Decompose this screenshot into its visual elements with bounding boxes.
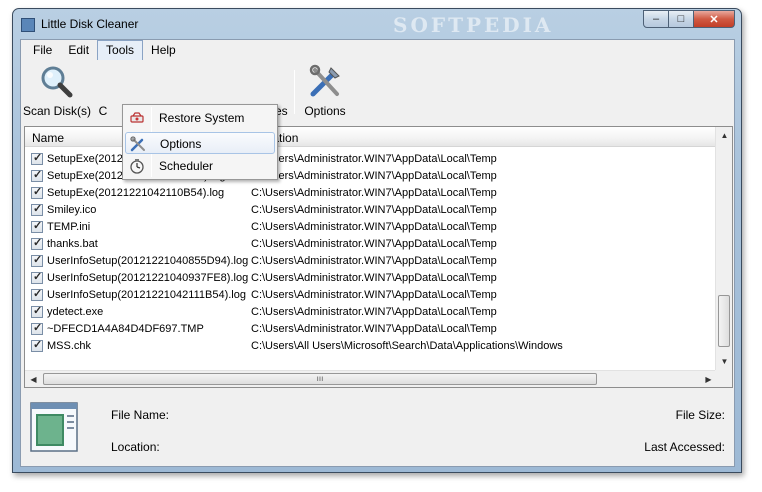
file-name-cell: UserInfoSetup(20121221042111B54).log xyxy=(47,289,246,301)
row-checkbox[interactable] xyxy=(31,185,43,199)
file-rows: SetupExe(20121221040852D94).logC:\Users\… xyxy=(25,151,715,355)
file-location-cell: C:\Users\Administrator.WIN7\AppData\Loca… xyxy=(251,323,497,335)
details-panel: File Name: Location: File Size: Last Acc… xyxy=(24,394,733,464)
file-name-cell: TEMP.ini xyxy=(47,221,91,233)
options-toolbar-label: Options xyxy=(304,104,346,118)
scan-disks-button[interactable]: Scan Disk(s) xyxy=(23,64,92,120)
table-row[interactable]: TEMP.ini C:\Users\Administrator.WIN7\AppD… xyxy=(25,219,715,236)
table-row[interactable]: Smiley.ico C:\Users\Administrator.WIN7\Ap… xyxy=(25,202,715,219)
options-menu-label: Options xyxy=(160,137,202,151)
row-checkbox[interactable] xyxy=(31,168,43,182)
vertical-scroll-thumb[interactable] xyxy=(718,295,730,347)
location-label: Location: xyxy=(111,440,160,454)
menu-edit[interactable]: Edit xyxy=(60,40,97,60)
row-checkbox[interactable] xyxy=(31,338,43,352)
file-location-cell: C:\Users\Administrator.WIN7\AppData\Loca… xyxy=(251,289,497,301)
file-name-cell: ydetect.exe xyxy=(47,306,104,318)
file-location-cell: C:\Users\Administrator.WIN7\AppData\Loca… xyxy=(251,153,497,165)
clock-icon xyxy=(130,159,144,174)
file-location-cell: C:\Users\Administrator.WIN7\AppData\Loca… xyxy=(251,187,497,199)
window-controls: – □ ✕ xyxy=(643,10,735,28)
row-checkbox[interactable] xyxy=(31,304,43,318)
watermark: SOFTPEDIA xyxy=(393,13,554,37)
table-row[interactable]: ydetect.exe C:\Users\Administrator.WIN7\A… xyxy=(25,304,715,321)
menu-item-scheduler[interactable]: Scheduler xyxy=(125,155,275,177)
app-icon[interactable] xyxy=(21,18,35,32)
maximize-button[interactable]: □ xyxy=(668,10,694,28)
column-header-name[interactable]: Name xyxy=(32,131,64,145)
file-name-cell: UserInfoSetup(20121221040855D94).log xyxy=(47,255,249,267)
file-name-cell: SetupExe(20121221042110B54).log xyxy=(47,187,225,199)
menu-item-options[interactable]: Options xyxy=(125,132,275,154)
row-checkbox[interactable] xyxy=(31,253,43,267)
title-bar[interactable]: Little Disk Cleaner SOFTPEDIA – □ ✕ xyxy=(13,9,741,39)
file-location-cell: C:\Users\Administrator.WIN7\AppData\Loca… xyxy=(251,204,497,216)
file-location-cell: C:\Users\Administrator.WIN7\AppData\Loca… xyxy=(251,255,497,267)
options-toolbar-button[interactable]: Options xyxy=(297,64,353,120)
row-checkbox[interactable] xyxy=(31,219,43,233)
horizontal-scrollbar[interactable]: ◀ ııı ▶ xyxy=(25,370,717,387)
file-location-cell: C:\Users\Administrator.WIN7\AppData\Loca… xyxy=(251,272,497,284)
table-row[interactable]: thanks.bat C:\Users\Administrator.WIN7\Ap… xyxy=(25,236,715,253)
scroll-up-arrow[interactable]: ▲ xyxy=(716,127,732,144)
file-preview-icon xyxy=(30,402,78,452)
menu-item-restore-system[interactable]: Restore System xyxy=(125,107,275,129)
file-name-cell: MSS.chk xyxy=(47,340,92,352)
table-row[interactable]: MSS.chk C:\Users\All Users\Microsoft\Sear… xyxy=(25,338,715,355)
file-name-cell: ~DFECD1A4A84D4DF697.TMP xyxy=(47,323,204,335)
row-checkbox[interactable] xyxy=(31,151,43,165)
table-row[interactable]: ~DFECD1A4A84D4DF697.TMP C:\Users\Administ… xyxy=(25,321,715,338)
close-button[interactable]: ✕ xyxy=(693,10,735,28)
table-row[interactable]: UserInfoSetup(20121221042111B54).log C:\U… xyxy=(25,287,715,304)
scrollbar-corner xyxy=(715,370,732,387)
table-row[interactable]: SetupExe(20121221042110B54).log C:\Users\… xyxy=(25,185,715,202)
file-location-cell: C:\Users\Administrator.WIN7\AppData\Loca… xyxy=(251,221,497,233)
scan-disks-label: Scan Disk(s) xyxy=(23,104,92,118)
file-name-cell: UserInfoSetup(20121221040937FE8).log xyxy=(47,272,249,284)
table-row[interactable]: UserInfoSetup(20121221040937FE8).logC:\U… xyxy=(25,270,715,287)
row-checkbox[interactable] xyxy=(31,270,43,284)
client-area: File Edit Tools Help Scan Disk(s) C erti… xyxy=(20,39,735,467)
file-location-cell: C:\Users\Administrator.WIN7\AppData\Loca… xyxy=(251,238,497,250)
menu-file[interactable]: File xyxy=(25,40,60,60)
file-location-cell: C:\Users\All Users\Microsoft\Search\Data… xyxy=(251,340,563,352)
row-checkbox[interactable] xyxy=(31,287,43,301)
app-window: Little Disk Cleaner SOFTPEDIA – □ ✕ File… xyxy=(12,8,742,473)
file-location-cell: C:\Users\Administrator.WIN7\AppData\Loca… xyxy=(251,306,497,318)
restore-system-icon xyxy=(130,112,144,123)
window-title: Little Disk Cleaner xyxy=(41,17,139,31)
file-size-label: File Size: xyxy=(675,408,725,422)
scroll-down-arrow[interactable]: ▼ xyxy=(716,353,732,370)
row-checkbox[interactable] xyxy=(31,236,43,250)
last-accessed-label: Last Accessed: xyxy=(644,440,725,454)
scroll-left-arrow[interactable]: ◀ xyxy=(25,371,42,387)
horizontal-scroll-thumb[interactable]: ııı xyxy=(43,373,597,385)
menu-help[interactable]: Help xyxy=(143,40,184,60)
file-location-cell: C:\Users\Administrator.WIN7\AppData\Loca… xyxy=(251,170,497,182)
menu-tools[interactable]: Tools xyxy=(97,40,144,60)
vertical-scrollbar[interactable]: ▲ ▼ xyxy=(715,127,732,370)
minimize-button[interactable]: – xyxy=(643,10,669,28)
file-name-label: File Name: xyxy=(111,408,170,422)
toolbar-separator xyxy=(294,70,295,114)
toolbar-button-2[interactable]: C xyxy=(91,64,115,120)
scheduler-label: Scheduler xyxy=(159,159,214,173)
tools-dropdown-menu: Restore System Options Scheduler xyxy=(122,104,278,180)
row-checkbox[interactable] xyxy=(31,321,43,335)
magnifier-icon xyxy=(41,66,73,98)
row-checkbox[interactable] xyxy=(31,202,43,216)
toolbar-button-2-label: C xyxy=(98,104,108,118)
wrench-screwdriver-icon xyxy=(309,64,340,97)
file-name-cell: Smiley.ico xyxy=(47,204,97,216)
wrench-screwdriver-icon xyxy=(130,136,145,152)
table-row[interactable]: UserInfoSetup(20121221040855D94).logC:\U… xyxy=(25,253,715,270)
file-name-cell: thanks.bat xyxy=(47,238,98,250)
restore-system-label: Restore System xyxy=(159,111,245,125)
menu-bar: File Edit Tools Help xyxy=(21,40,734,60)
